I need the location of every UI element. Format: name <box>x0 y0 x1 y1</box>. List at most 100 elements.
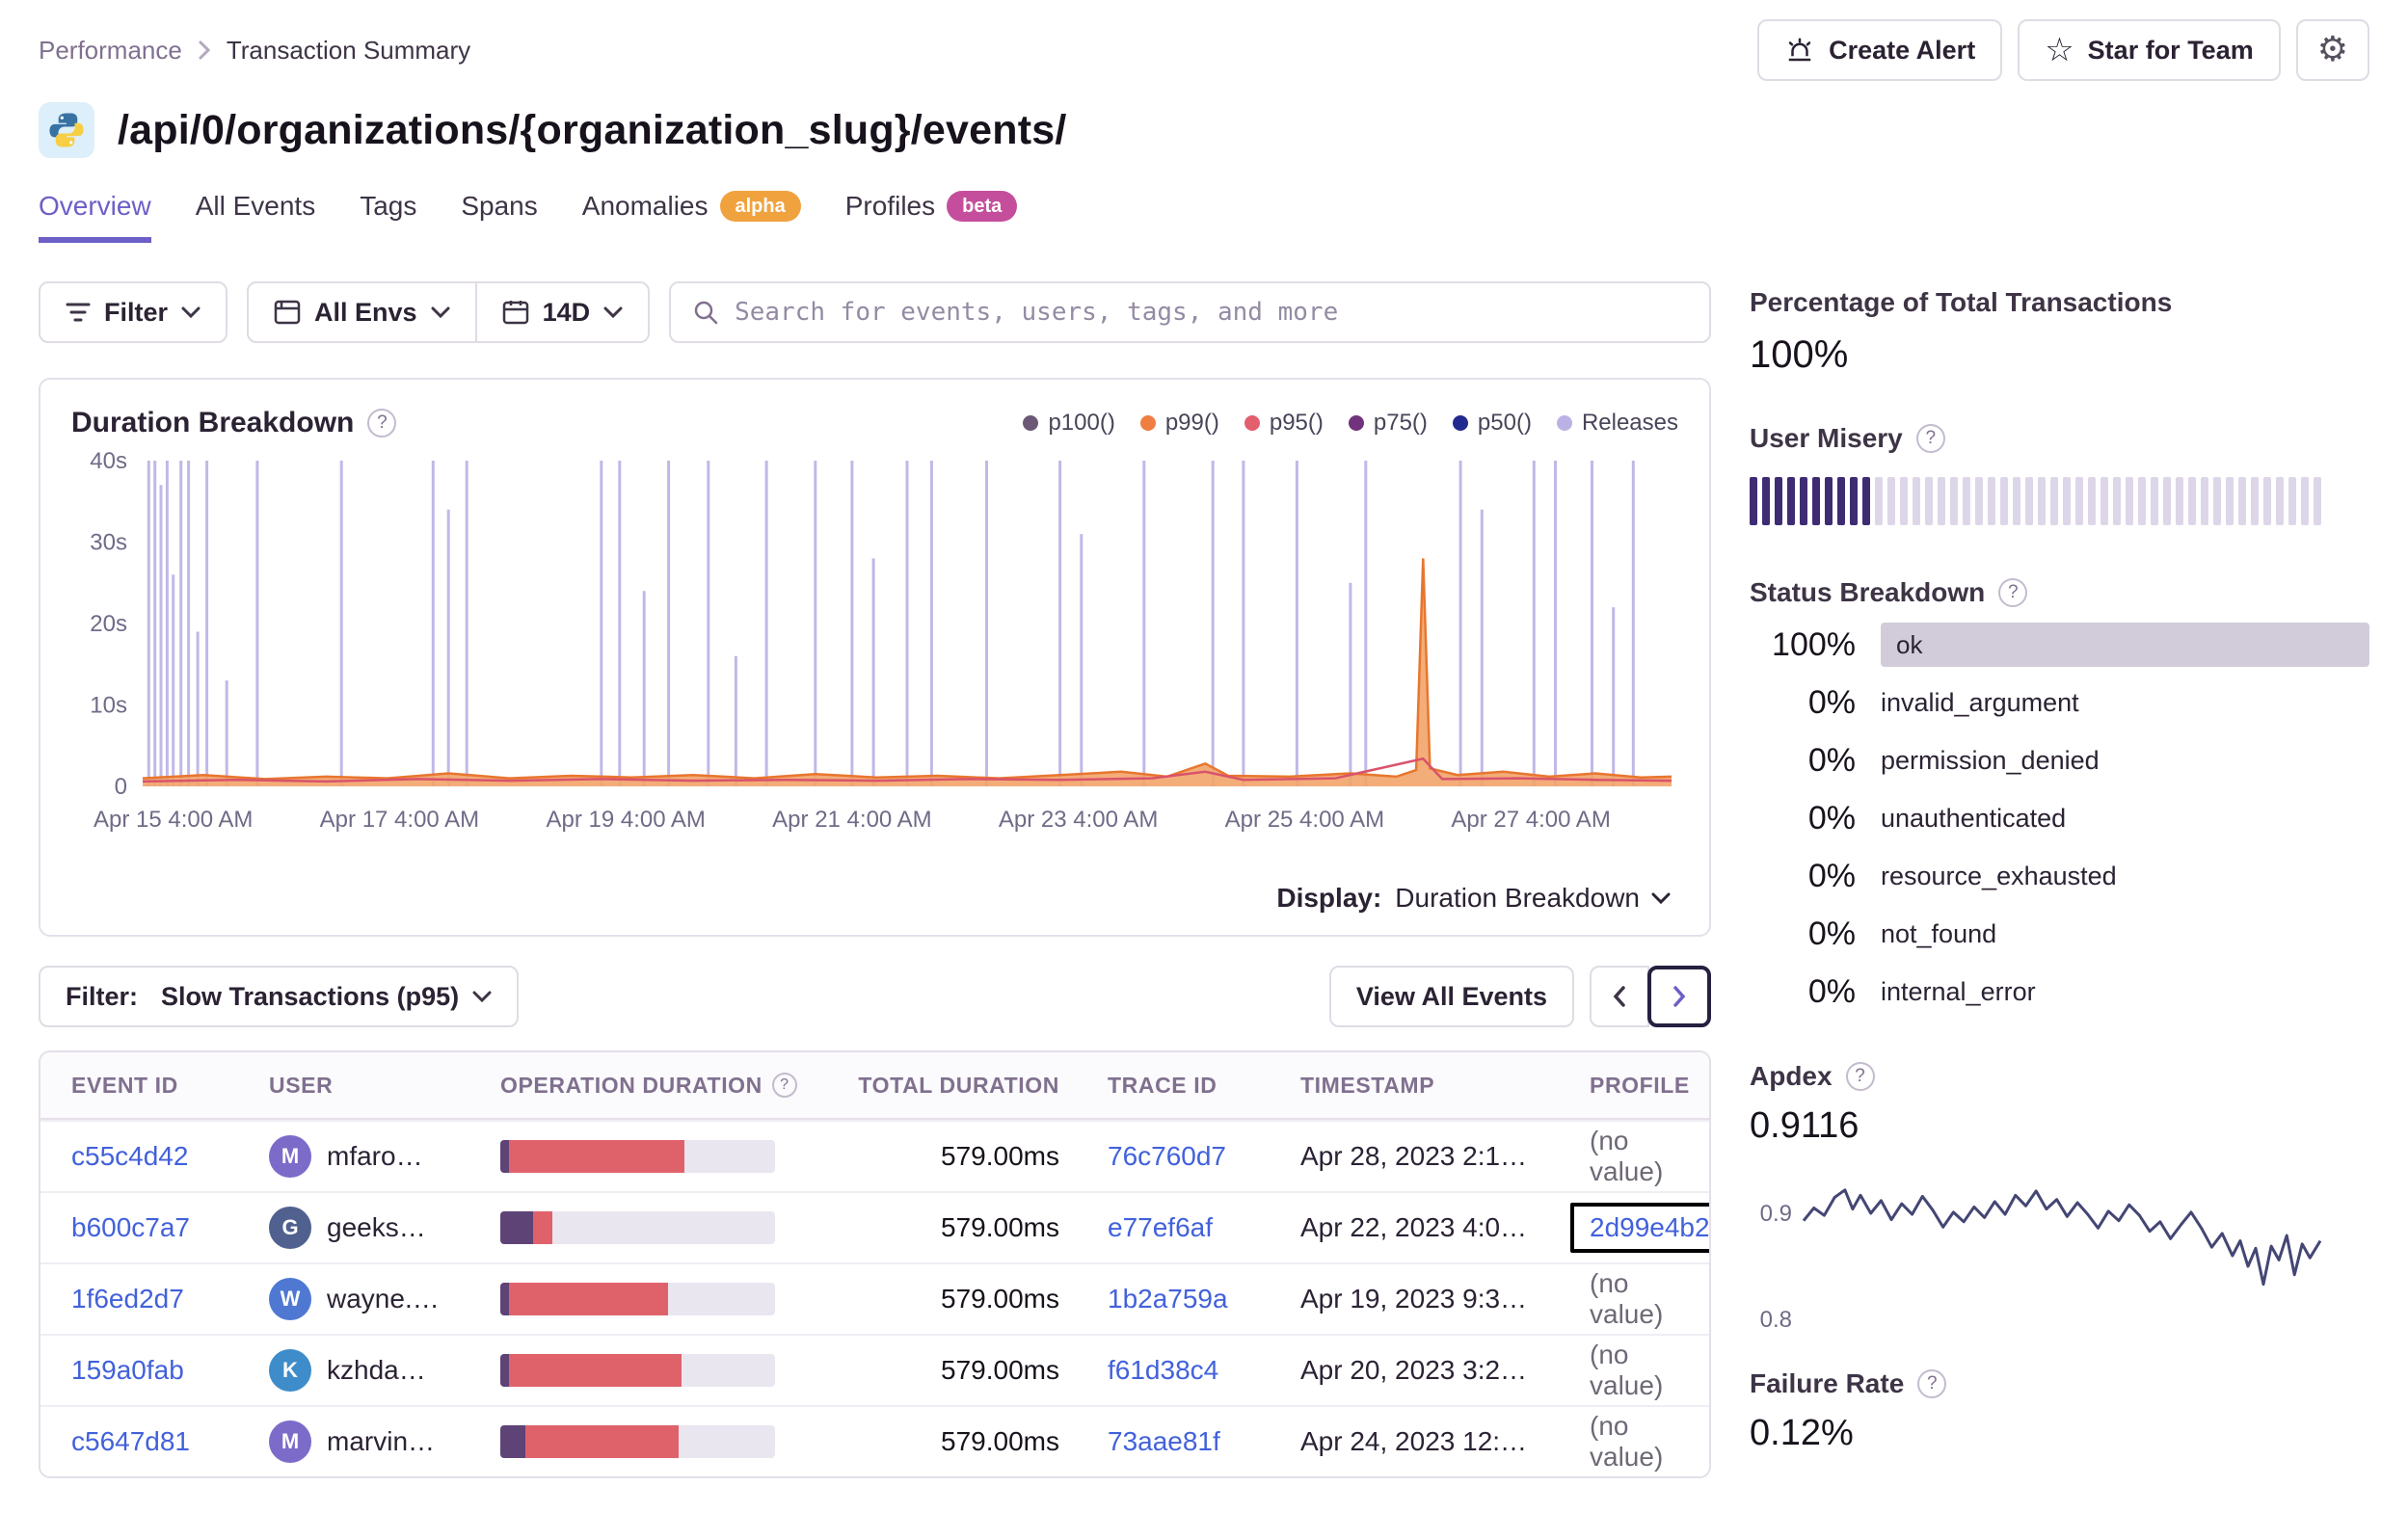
event-id-link[interactable]: 159a0fab <box>71 1355 184 1385</box>
calendar-icon <box>502 301 528 325</box>
slow-transactions-filter-dropdown[interactable]: Filter: Slow Transactions (p95) <box>39 966 520 1027</box>
tab-all-events[interactable]: All Events <box>196 191 316 243</box>
chevron-down-icon <box>472 991 492 1002</box>
event-id-link[interactable]: 1f6ed2d7 <box>71 1284 184 1314</box>
legend-p99[interactable]: p99() <box>1139 410 1219 437</box>
section-heading: User Misery ? <box>1750 423 2369 454</box>
chart-legend: p100() p99() p95() p75() p50() Releases <box>1023 410 1678 437</box>
breadcrumb-performance[interactable]: Performance <box>39 36 182 66</box>
date-range-dropdown[interactable]: 14D <box>476 281 651 343</box>
legend-p100[interactable]: p100() <box>1023 410 1115 437</box>
column-event-id: EVENT ID <box>71 1072 178 1098</box>
help-icon[interactable]: ? <box>1915 424 1945 453</box>
status-label: permission_denied <box>1881 745 2100 775</box>
profile-link[interactable]: 2d99e4b2 <box>1590 1212 1709 1242</box>
page-title: /api/0/organizations/{organization_slug}… <box>118 106 1067 153</box>
view-all-events-button[interactable]: View All Events <box>1328 966 1574 1027</box>
user-name: marvin… <box>327 1426 436 1456</box>
user-avatar: G <box>269 1207 311 1249</box>
trace-id-link[interactable]: 76c760d7 <box>1108 1141 1226 1171</box>
tab-tags[interactable]: Tags <box>360 191 416 243</box>
help-icon[interactable]: ? <box>1998 578 2028 607</box>
svg-text:Apr 17 4:00 AM: Apr 17 4:00 AM <box>320 807 479 833</box>
filter-bar: Filter All Envs 14D Search for events, u… <box>39 281 1711 343</box>
help-icon[interactable]: ? <box>771 1073 797 1098</box>
event-id-link[interactable]: b600c7a7 <box>71 1212 190 1242</box>
duration-breakdown-chart[interactable]: 0 10s 20s 30s 40s Apr 15 4:00 AM Apr 17 4:00 A… <box>71 447 1682 862</box>
star-for-team-button[interactable]: ☆ Star for Team <box>2018 19 2281 81</box>
tab-profiles[interactable]: Profiles beta <box>845 191 1018 243</box>
environment-dropdown[interactable]: All Envs <box>247 281 477 343</box>
chevron-left-icon <box>1613 986 1625 1007</box>
status-row: 0% invalid_argument <box>1750 674 2369 731</box>
legend-p50[interactable]: p50() <box>1452 410 1532 437</box>
legend-dot <box>1348 415 1364 431</box>
chevron-down-icon <box>1651 892 1671 904</box>
status-label: invalid_argument <box>1881 687 2079 717</box>
filter-dropdown[interactable]: Filter <box>39 281 228 343</box>
status-label: unauthenticated <box>1881 803 2067 833</box>
event-id-link[interactable]: c5647d81 <box>71 1426 190 1456</box>
tab-overview[interactable]: Overview <box>39 191 151 243</box>
legend-p75[interactable]: p75() <box>1348 410 1428 437</box>
tab-spans[interactable]: Spans <box>461 191 537 243</box>
svg-text:40s: 40s <box>90 448 127 474</box>
search-box <box>669 281 1711 343</box>
status-label: internal_error <box>1881 976 2036 1006</box>
display-dropdown[interactable]: Duration Breakdown <box>1395 883 1671 914</box>
help-icon[interactable]: ? <box>1917 1369 1947 1398</box>
user-avatar: W <box>269 1278 311 1320</box>
percentage-total-section: Percentage of Total Transactions 100% <box>1750 287 2369 377</box>
settings-button[interactable]: ⚙ <box>2295 19 2369 81</box>
breadcrumb: Performance Transaction Summary <box>39 36 470 66</box>
previous-page-button[interactable] <box>1590 966 1649 1027</box>
tab-bar: Overview All Events Tags Spans Anomalies… <box>39 191 2369 243</box>
status-percent: 100% <box>1772 625 1856 663</box>
column-operation-duration: OPERATION DURATION ? <box>500 1073 838 1099</box>
alpha-badge: alpha <box>719 191 801 222</box>
column-timestamp: TIMESTAMP <box>1300 1072 1435 1098</box>
help-icon[interactable]: ? <box>1845 1062 1875 1091</box>
svg-text:Apr 25 4:00 AM: Apr 25 4:00 AM <box>1225 807 1384 833</box>
python-project-icon <box>39 102 94 158</box>
timestamp: Apr 28, 2023 2:1… <box>1300 1141 1528 1171</box>
alert-siren-icon <box>1788 38 1811 62</box>
status-breakdown-section: Status Breakdown ? 100% ok 0% invalid_ar… <box>1750 577 2369 1021</box>
legend-dot <box>1556 415 1572 431</box>
trace-id-link[interactable]: 1b2a759a <box>1108 1284 1228 1314</box>
trace-id-link[interactable]: 73aae81f <box>1108 1426 1220 1456</box>
legend-p95[interactable]: p95() <box>1244 410 1324 437</box>
trace-id-link[interactable]: f61d38c4 <box>1108 1355 1218 1385</box>
breadcrumb-current: Transaction Summary <box>226 35 471 65</box>
topbar: Performance Transaction Summary Create A… <box>39 19 2369 81</box>
create-alert-button[interactable]: Create Alert <box>1757 19 2003 81</box>
status-row: 0% internal_error <box>1750 963 2369 1021</box>
svg-text:Apr 19 4:00 AM: Apr 19 4:00 AM <box>546 807 705 833</box>
user-misery-section: User Misery ? <box>1750 423 2369 525</box>
title-row: /api/0/organizations/{organization_slug}… <box>39 102 2369 158</box>
event-id-link[interactable]: c55c4d42 <box>71 1141 188 1171</box>
beta-badge: beta <box>947 191 1018 222</box>
timestamp: Apr 22, 2023 4:0… <box>1300 1212 1528 1242</box>
help-icon[interactable]: ? <box>367 409 397 438</box>
profile-focus-box: 2d99e4b2 <box>1570 1203 1709 1253</box>
chevron-down-icon <box>181 306 201 318</box>
events-table: EVENT ID USER OPERATION DURATION ? TOTAL… <box>39 1050 1711 1478</box>
content: Filter All Envs 14D Search for events, u… <box>39 281 2369 1478</box>
tab-anomalies[interactable]: Anomalies alpha <box>582 191 801 243</box>
search-icon <box>694 301 718 325</box>
total-duration: 579.00ms <box>941 1141 1059 1171</box>
apdex-value: 0.9116 <box>1750 1105 1860 1146</box>
search-input[interactable] <box>735 298 1688 327</box>
next-page-button[interactable] <box>1647 966 1711 1027</box>
legend-releases[interactable]: Releases <box>1556 410 1678 437</box>
status-row: 0% not_found <box>1750 905 2369 963</box>
legend-dot <box>1023 415 1039 431</box>
env-date-group: All Envs 14D <box>247 281 651 343</box>
status-percent: 0% <box>1807 972 1856 1010</box>
user-avatar: M <box>269 1420 311 1463</box>
failure-rate-section: Failure Rate ? 0.12% <box>1750 1368 2369 1454</box>
status-percent: 0% <box>1807 857 1856 894</box>
trace-id-link[interactable]: e77ef6af <box>1108 1212 1213 1242</box>
section-heading: Apdex ? <box>1750 1061 2369 1092</box>
